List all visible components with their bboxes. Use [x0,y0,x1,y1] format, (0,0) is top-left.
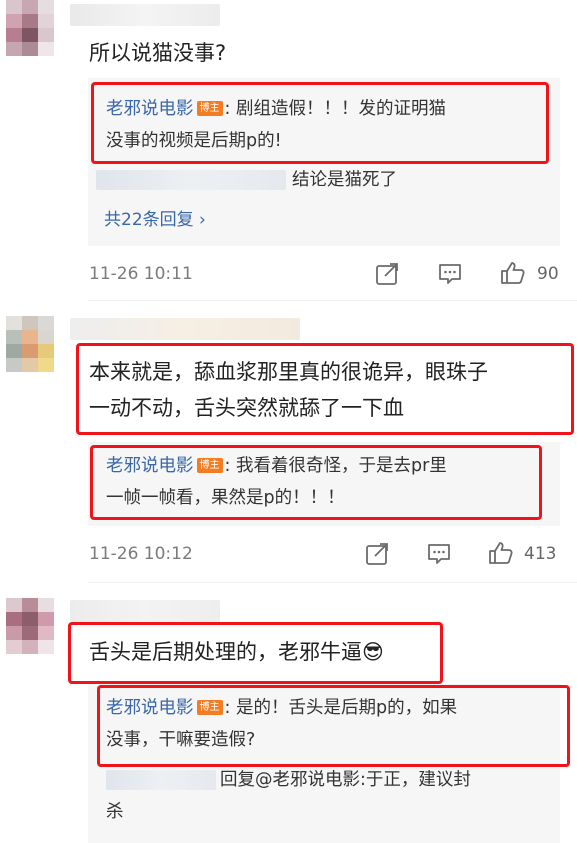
author-reply-line-2: 一帧一帧看，果然是p的！！！ [106,488,345,508]
author-reply-text: : 我看着很奇怪，于是去pr里 [224,456,447,476]
sub-reply-text-line-1: 回复@老邪说电影:于正，建议封 [220,770,471,790]
author-reply-line-1[interactable]: 老邪说电影 博主: 我看着很奇怪，于是去pr里 [106,451,447,481]
author-reply-text: : 是的！舌头是后期p的，如果 [224,698,458,718]
timestamp: 11-26 10:12 [89,544,193,564]
like-count: 413 [524,544,557,564]
more-replies-link[interactable]: 共22条回复 › [104,205,206,230]
comment-text: 舌头是后期处理的，老邪牛逼😎 [89,640,384,664]
share-icon[interactable] [365,542,391,566]
timestamp: 11-26 10:11 [89,264,193,284]
avatar[interactable] [6,316,54,372]
sub-reply-text-line-2: 杀 [106,802,124,822]
divider [88,582,577,583]
like-count: 90 [537,264,559,284]
author-reply-text: : 剧组造假！！！发的证明猫 [224,99,446,119]
username-blurred[interactable] [70,318,300,340]
sub-reply-text: 结论是猫死了 [292,170,397,190]
author-name[interactable]: 老邪说电影 [106,698,194,718]
comment-text-line-1: 本来就是，舔血浆那里真的很诡异，眼珠子 [89,360,488,384]
author-reply-line-1[interactable]: 老邪说电影 博主: 是的！舌头是后期p的，如果 [106,693,457,723]
blogger-badge: 博主 [196,101,223,116]
author-reply-line-2: 没事，干嘛要造假? [106,730,256,750]
like-icon[interactable] [488,541,514,565]
author-name[interactable]: 老邪说电影 [106,456,194,476]
like-icon[interactable] [500,261,526,285]
author-reply-line-1[interactable]: 老邪说电影 博主: 剧组造假！！！发的证明猫 [106,94,446,124]
comment-text: 所以说猫没事? [89,41,227,65]
comment-icon[interactable] [437,262,463,286]
share-icon[interactable] [375,262,401,286]
sub-reply-username-blurred[interactable] [96,170,286,190]
avatar[interactable] [6,598,54,654]
comment-text-line-2: 一动不动，舌头突然就舔了一下血 [89,396,404,420]
username-blurred[interactable] [70,4,220,26]
comment-icon[interactable] [426,542,452,566]
blogger-badge: 博主 [196,458,223,473]
blogger-badge: 博主 [196,700,223,715]
avatar[interactable] [6,0,54,56]
author-reply-line-2: 没事的视频是后期p的! [106,131,282,151]
username-blurred[interactable] [70,600,220,622]
sub-reply-username-blurred[interactable] [106,770,216,790]
author-name[interactable]: 老邪说电影 [106,99,194,119]
divider [88,300,577,301]
